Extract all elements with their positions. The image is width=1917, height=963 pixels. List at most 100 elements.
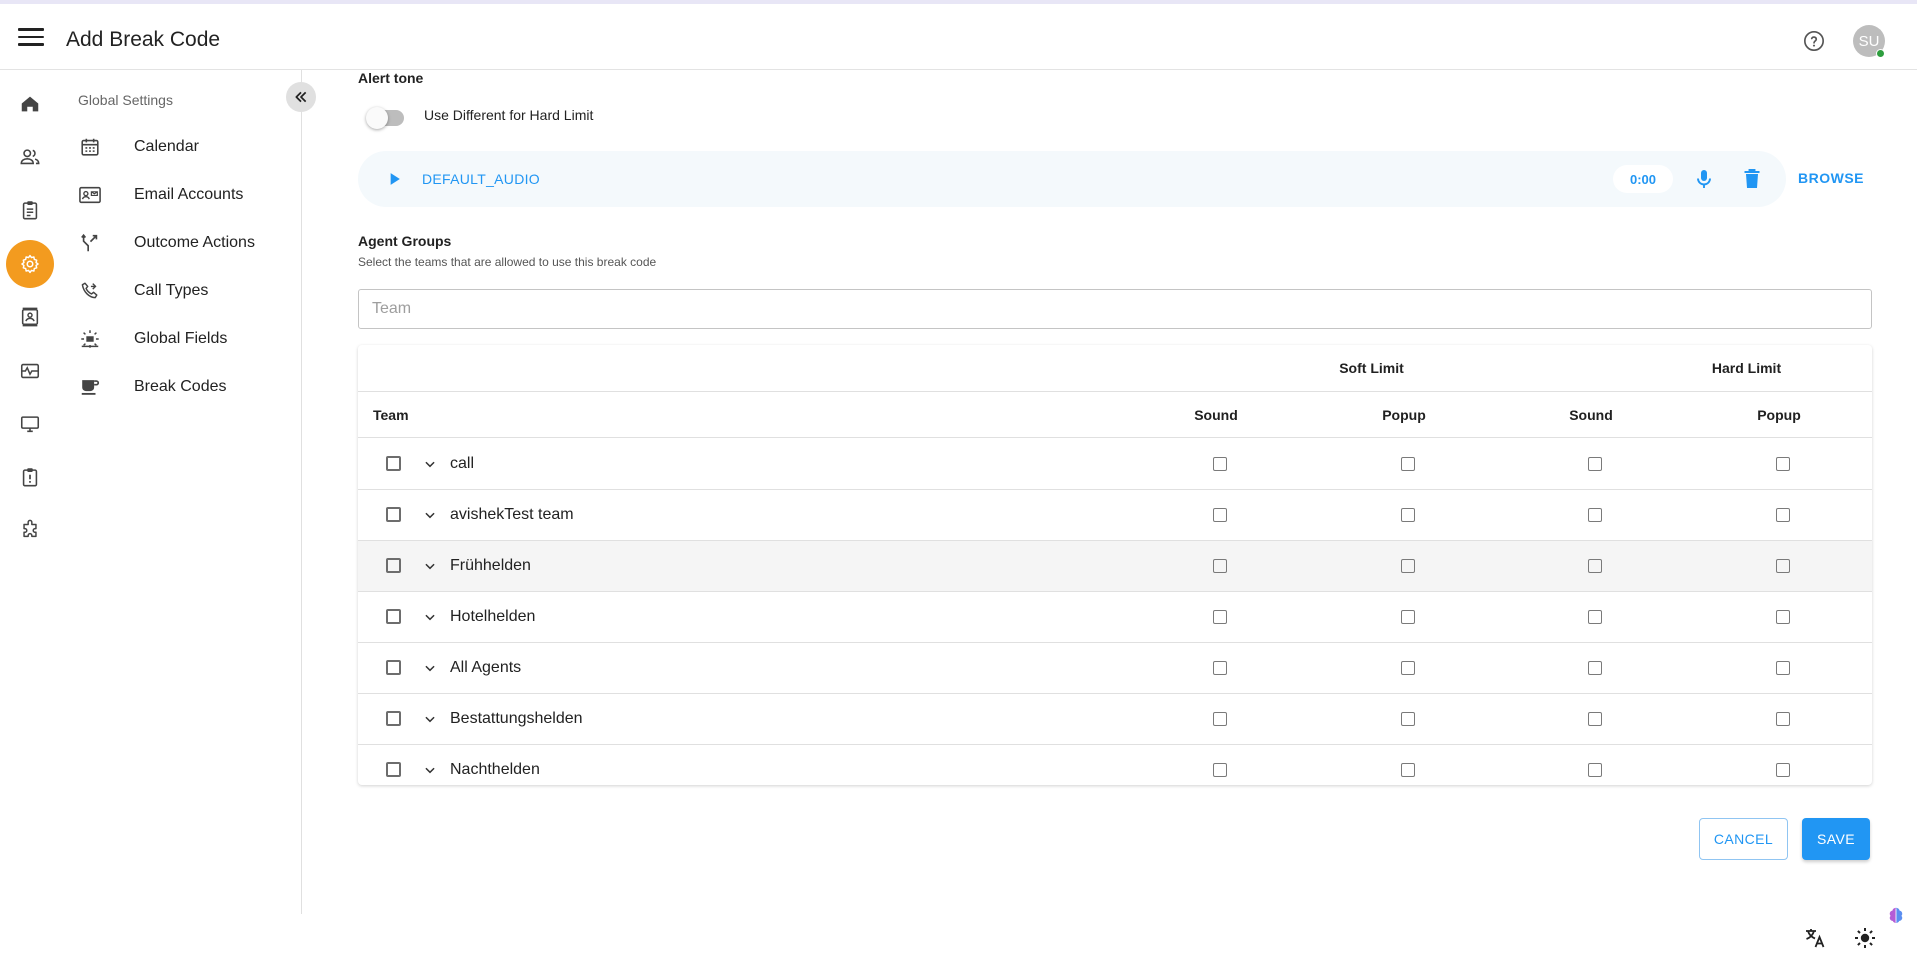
hard-sound-checkbox[interactable] — [1588, 763, 1602, 777]
expand-chevron-icon[interactable] — [423, 610, 437, 624]
soft-sound-checkbox[interactable] — [1213, 712, 1227, 726]
subnav-item-calendar[interactable]: Calendar — [60, 127, 300, 167]
hard-popup-checkbox[interactable] — [1776, 763, 1790, 777]
rail-clipboard-icon[interactable] — [6, 186, 54, 234]
delete-icon[interactable] — [1740, 167, 1764, 191]
expand-chevron-icon[interactable] — [423, 559, 437, 573]
hard-popup-checkbox[interactable] — [1776, 712, 1790, 726]
rail-home-icon[interactable] — [6, 80, 54, 128]
agent-groups-label: Agent Groups — [358, 233, 452, 249]
subnav-item-label: Email Accounts — [134, 186, 244, 203]
col-hard-popup: Popup — [1757, 407, 1801, 423]
expand-chevron-icon[interactable] — [423, 661, 437, 675]
table-row[interactable]: call — [358, 439, 1872, 490]
rail-contact-card-icon[interactable] — [6, 293, 54, 341]
hard-popup-checkbox[interactable] — [1776, 559, 1790, 573]
table-row[interactable]: Hotelhelden — [358, 592, 1872, 643]
hard-popup-checkbox[interactable] — [1776, 661, 1790, 675]
subnav-item-label: Call Types — [134, 282, 209, 299]
table-row[interactable]: avishekTest team — [358, 490, 1872, 541]
expand-chevron-icon[interactable] — [423, 763, 437, 777]
team-select-checkbox[interactable] — [386, 456, 401, 471]
subnav-item-label: Outcome Actions — [134, 234, 255, 251]
soft-sound-checkbox[interactable] — [1213, 559, 1227, 573]
soft-sound-checkbox[interactable] — [1213, 661, 1227, 675]
hard-sound-checkbox[interactable] — [1588, 457, 1602, 471]
col-team: Team — [373, 407, 409, 423]
team-select-checkbox[interactable] — [386, 609, 401, 624]
cancel-button[interactable]: CANCEL — [1699, 818, 1788, 860]
help-icon[interactable] — [1803, 30, 1825, 52]
rail-alert-report-icon[interactable] — [6, 453, 54, 501]
hard-sound-checkbox[interactable] — [1588, 712, 1602, 726]
team-name: Frühhelden — [450, 557, 531, 574]
translate-icon[interactable] — [1803, 926, 1827, 950]
light-mode-icon[interactable] — [1853, 926, 1877, 950]
team-select-checkbox[interactable] — [386, 660, 401, 675]
rail-desktop-icon[interactable] — [6, 400, 54, 448]
save-button[interactable]: SAVE — [1802, 818, 1870, 860]
table-row[interactable]: All Agents — [358, 643, 1872, 694]
soft-popup-checkbox[interactable] — [1401, 457, 1415, 471]
soft-popup-checkbox[interactable] — [1401, 610, 1415, 624]
team-select-checkbox[interactable] — [386, 711, 401, 726]
soft-sound-checkbox[interactable] — [1213, 457, 1227, 471]
brain-icon[interactable] — [1886, 905, 1906, 925]
main-content: Alert tone Use Different for Hard Limit … — [302, 70, 1917, 963]
audio-player: DEFAULT_AUDIO 0:00 — [358, 151, 1786, 207]
soft-sound-checkbox[interactable] — [1213, 508, 1227, 522]
hard-popup-checkbox[interactable] — [1776, 610, 1790, 624]
subnav-item-call-types[interactable]: Call Types — [60, 271, 300, 311]
soft-popup-checkbox[interactable] — [1401, 661, 1415, 675]
hard-sound-checkbox[interactable] — [1588, 559, 1602, 573]
table-row[interactable]: Nachthelden — [358, 745, 1872, 785]
team-select-checkbox[interactable] — [386, 762, 401, 777]
hamburger-menu-icon[interactable] — [18, 28, 44, 48]
call-split-icon — [78, 231, 102, 255]
subnav-item-global-fields[interactable]: Global Fields — [60, 319, 300, 359]
hard-limit-toggle[interactable] — [366, 107, 404, 129]
hard-limit-toggle-label: Use Different for Hard Limit — [424, 107, 594, 123]
contact-mail-icon — [78, 183, 102, 207]
team-select-checkbox[interactable] — [386, 558, 401, 573]
team-name: All Agents — [450, 659, 522, 676]
soft-popup-checkbox[interactable] — [1401, 508, 1415, 522]
microphone-icon[interactable] — [1692, 167, 1716, 191]
team-select-checkbox[interactable] — [386, 507, 401, 522]
soft-popup-checkbox[interactable] — [1401, 712, 1415, 726]
hard-sound-checkbox[interactable] — [1588, 610, 1602, 624]
phone-forward-icon — [78, 279, 102, 303]
table-row[interactable]: Frühhelden — [358, 541, 1872, 592]
table-row[interactable]: Bestattungshelden — [358, 694, 1872, 745]
subnav-item-outcome-actions[interactable]: Outcome Actions — [60, 223, 300, 263]
hard-limit-header: Hard Limit — [1711, 360, 1782, 376]
team-name: avishekTest team — [450, 506, 574, 523]
navigation-rail — [0, 70, 60, 963]
soft-popup-checkbox[interactable] — [1401, 559, 1415, 573]
browse-button[interactable]: BROWSE — [1798, 170, 1864, 186]
audio-time: 0:00 — [1613, 165, 1673, 193]
rail-people-icon[interactable] — [6, 133, 54, 181]
rail-monitor-heart-icon[interactable] — [6, 347, 54, 395]
subnav-item-email-accounts[interactable]: Email Accounts — [60, 175, 300, 215]
soft-popup-checkbox[interactable] — [1401, 763, 1415, 777]
soft-sound-checkbox[interactable] — [1213, 610, 1227, 624]
expand-chevron-icon[interactable] — [423, 508, 437, 522]
expand-chevron-icon[interactable] — [423, 712, 437, 726]
soft-sound-checkbox[interactable] — [1213, 763, 1227, 777]
subnav-item-break-codes[interactable]: Break Codes — [60, 367, 300, 407]
hard-popup-checkbox[interactable] — [1776, 508, 1790, 522]
rail-puzzle-icon[interactable] — [6, 506, 54, 554]
team-search-input[interactable] — [358, 289, 1872, 329]
soft-limit-header: Soft Limit — [1339, 360, 1404, 376]
expand-chevron-icon[interactable] — [423, 457, 437, 471]
hard-sound-checkbox[interactable] — [1588, 661, 1602, 675]
calendar-icon — [78, 135, 102, 159]
hard-popup-checkbox[interactable] — [1776, 457, 1790, 471]
hard-sound-checkbox[interactable] — [1588, 508, 1602, 522]
team-name: Hotelhelden — [450, 608, 536, 625]
rail-settings-icon[interactable] — [6, 240, 54, 288]
teams-table: Soft Limit Hard Limit Team Sound Popup S… — [358, 345, 1872, 785]
team-name: call — [450, 455, 475, 472]
play-icon[interactable] — [384, 169, 404, 189]
